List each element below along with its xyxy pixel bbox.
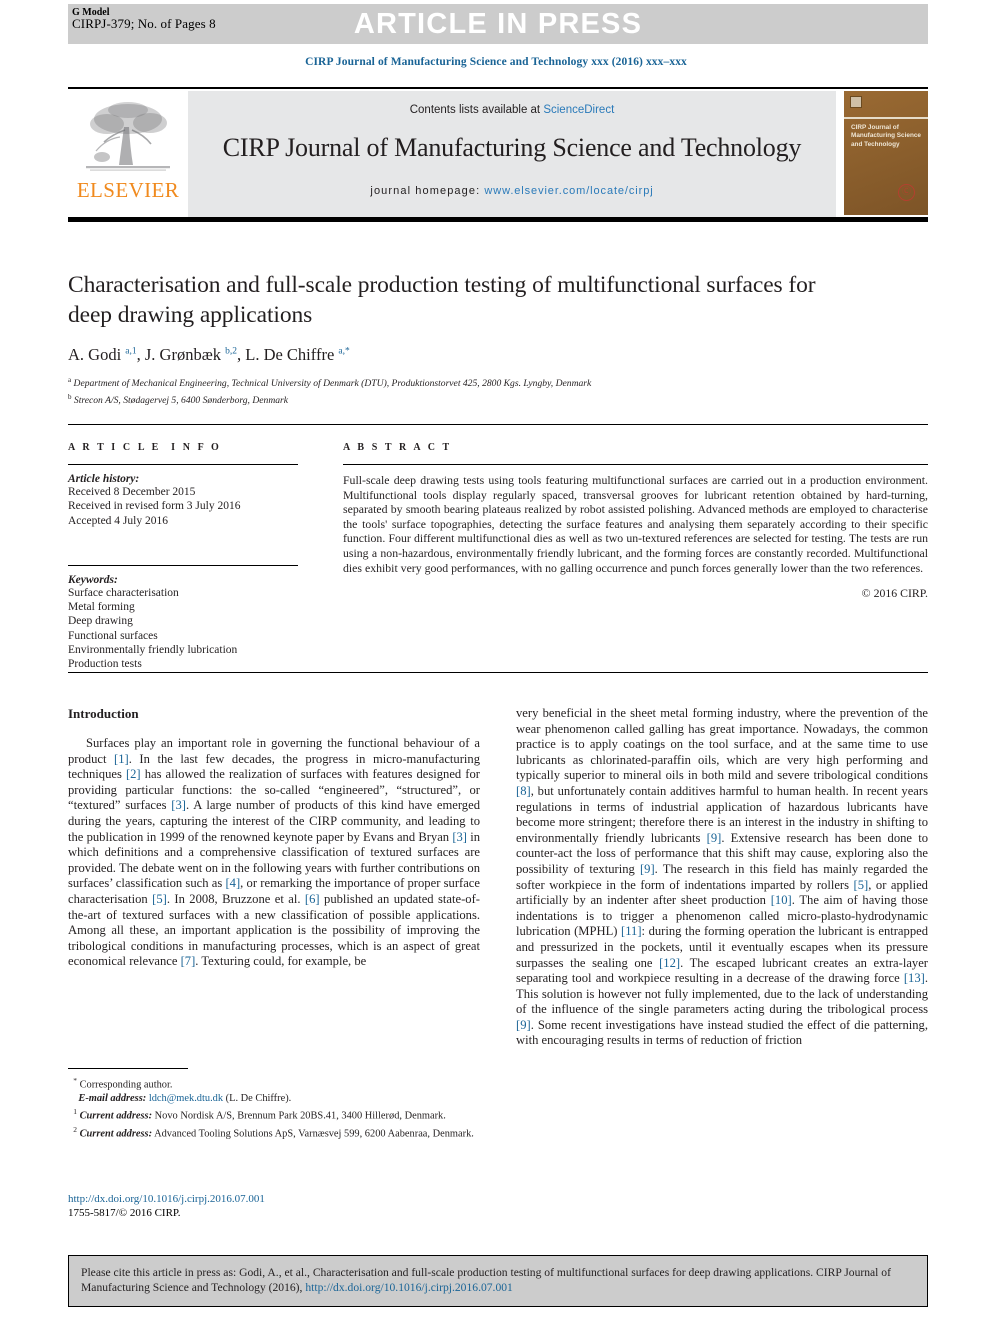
citation-ref[interactable]: [6] <box>305 892 320 906</box>
affiliation-b: b Strecon A/S, Stødagervej 5, 6400 Sønde… <box>68 392 289 406</box>
article-history-list: Received 8 December 2015 Received in rev… <box>68 485 298 528</box>
article-info-column: A R T I C L E I N F O Article history: R… <box>68 442 298 672</box>
journal-running-head: CIRP Journal of Manufacturing Science an… <box>305 56 687 68</box>
abstract-copyright: © 2016 CIRP. <box>861 586 928 601</box>
cover-publisher-mark <box>850 96 862 108</box>
cover-title: CIRP Journal of Manufacturing Science an… <box>851 124 921 148</box>
citation-ref[interactable]: [4] <box>225 876 240 890</box>
body-column-left: Introduction Surfaces play an important … <box>68 706 480 970</box>
info-top-rule <box>68 424 928 425</box>
keyword-item: Metal forming <box>68 601 135 614</box>
keywords-rule <box>68 564 298 566</box>
author-marker-c: a,* <box>338 346 350 357</box>
article-info-heading: A R T I C L E I N F O <box>68 442 222 453</box>
email-link[interactable]: ldch@mek.dtu.dk <box>149 1093 223 1104</box>
keywords-list: Surface characterisation Metal forming D… <box>68 586 298 672</box>
elsevier-tree-icon <box>86 102 170 171</box>
citation-ref[interactable]: [1] <box>114 752 129 766</box>
email-owner: (L. De Chiffre). <box>225 1092 292 1104</box>
cirp-seal-icon: Ⓒ <box>898 184 915 201</box>
intro-paragraph-continued: very beneficial in the sheet metal formi… <box>516 706 929 1048</box>
journal-homepage-link[interactable]: www.elsevier.com/locate/cirpj <box>484 185 653 197</box>
citation-ref[interactable]: [13] <box>904 971 925 985</box>
footnote-corresponding: * Corresponding author. <box>73 1076 173 1091</box>
cite-this-article-box: Please cite this article in press as: Go… <box>68 1255 928 1307</box>
author-marker-a: a,1 <box>125 346 137 357</box>
affiliation-a-text: Department of Mechanical Engineering, Te… <box>73 378 592 390</box>
footnote-1: 1 Current address: Novo Nordisk A/S, Bre… <box>73 1106 446 1122</box>
article-info-rule <box>68 464 298 465</box>
journal-homepage-line: journal homepage: www.elsevier.com/locat… <box>188 185 836 197</box>
footnote-2-text: Advanced Tooling Solutions ApS, Varnæsve… <box>154 1128 474 1140</box>
affiliations: a Department of Mechanical Engineering, … <box>68 374 868 407</box>
intro-paragraph-1: Surfaces play an important role in gover… <box>68 736 480 969</box>
citation-ref[interactable]: [9] <box>640 862 655 876</box>
footnote-1-text: Novo Nordisk A/S, Brennum Park 20BS.41, … <box>154 1110 446 1122</box>
elsevier-wordmark: ELSEVIER <box>76 178 180 202</box>
abstract-heading: A B S T R A C T <box>343 442 452 453</box>
body-column-right: very beneficial in the sheet metal formi… <box>516 706 928 1049</box>
journal-title: CIRP Journal of Manufacturing Science an… <box>222 133 802 162</box>
contents-prefix: Contents lists available at <box>409 104 544 116</box>
issn-copyright: 1755-5817/© 2016 CIRP. <box>68 1207 181 1219</box>
abstract-rule <box>343 464 928 465</box>
article-page: ARTICLE IN PRESS G Model CIRPJ-379; No. … <box>0 0 992 1323</box>
footnotes-block: * Corresponding author. E-mail address: … <box>68 1068 480 1140</box>
manuscript-id: CIRPJ-379; No. of Pages 8 <box>72 16 216 31</box>
citation-ref[interactable]: [3] <box>452 830 467 844</box>
cite-text: Please cite this article in press as: Go… <box>69 1256 927 1295</box>
cover-divider <box>844 117 928 119</box>
author-list: A. Godi a,1, J. Grønbæk b,2, L. De Chiff… <box>68 345 350 364</box>
history-item: Received in revised form 3 July 2016 <box>68 500 241 513</box>
contents-line: Contents lists available at ScienceDirec… <box>188 91 836 116</box>
abstract-column: A B S T R A C T Full-scale deep drawing … <box>343 442 928 601</box>
journal-masthead: ELSEVIER Contents lists available at Sci… <box>68 87 928 222</box>
article-history-label: Article history: <box>68 473 140 485</box>
keyword-item: Surface characterisation <box>68 586 179 599</box>
elsevier-logo: ELSEVIER <box>68 91 188 217</box>
citation-ref[interactable]: [8] <box>516 784 531 798</box>
author-marker-b: b,2 <box>225 346 237 357</box>
masthead-center: Contents lists available at ScienceDirec… <box>188 91 836 217</box>
footnote-email: E-mail address: ldch@mek.dtu.dk (L. De C… <box>68 1092 480 1105</box>
email-label: E-mail address: <box>78 1092 147 1104</box>
citation-ref[interactable]: [7] <box>181 954 196 968</box>
keyword-item: Deep drawing <box>68 615 133 628</box>
sciencedirect-link[interactable]: ScienceDirect <box>543 104 614 116</box>
citation-ref[interactable]: [9] <box>516 1018 531 1032</box>
section-heading-introduction: Introduction <box>68 706 139 721</box>
citation-ref[interactable]: [12] <box>659 956 680 970</box>
citation-ref[interactable]: [9] <box>707 831 722 845</box>
homepage-prefix: journal homepage: <box>370 185 485 197</box>
citation-ref[interactable]: [10] <box>771 893 792 907</box>
citation-ref[interactable]: [11] <box>621 924 642 938</box>
keyword-item: Production tests <box>68 658 142 671</box>
citation-ref[interactable]: [3] <box>171 798 186 812</box>
doi-link[interactable]: http://dx.doi.org/10.1016/j.cirpj.2016.0… <box>68 1192 480 1206</box>
journal-cover-thumbnail: CIRP Journal of Manufacturing Science an… <box>836 91 928 217</box>
doi-block: http://dx.doi.org/10.1016/j.cirpj.2016.0… <box>68 1192 480 1220</box>
citation-ref[interactable]: [5] <box>152 892 167 906</box>
citation-ref[interactable]: [5] <box>854 878 869 892</box>
corresponding-author-text: Corresponding author. <box>79 1079 173 1091</box>
history-item: Received 8 December 2015 <box>68 486 196 498</box>
cite-doi-link[interactable]: http://dx.doi.org/10.1016/j.cirpj.2016.0… <box>305 1281 513 1294</box>
current-address-label: Current address: <box>79 1110 153 1122</box>
history-item: Accepted 4 July 2016 <box>68 514 168 527</box>
page-title: Characterisation and full-scale producti… <box>68 272 816 328</box>
citation-ref[interactable]: [2] <box>126 767 141 781</box>
affiliation-a: a Department of Mechanical Engineering, … <box>68 376 592 390</box>
g-model-block: G Model CIRPJ-379; No. of Pages 8 <box>72 7 216 31</box>
keyword-item: Environmentally friendly lubrication <box>68 644 238 657</box>
info-bottom-rule <box>68 672 928 673</box>
affiliation-b-text: Strecon A/S, Stødagervej 5, 6400 Sønderb… <box>73 394 289 406</box>
keywords-label: Keywords: <box>68 573 118 586</box>
footnote-rule <box>68 1068 188 1069</box>
abstract-text: Full-scale deep drawing tests using tool… <box>343 473 928 575</box>
footnote-2: 2 Current address: Advanced Tooling Solu… <box>73 1124 474 1140</box>
keyword-item: Functional surfaces <box>68 629 158 642</box>
current-address-label: Current address: <box>79 1128 153 1140</box>
